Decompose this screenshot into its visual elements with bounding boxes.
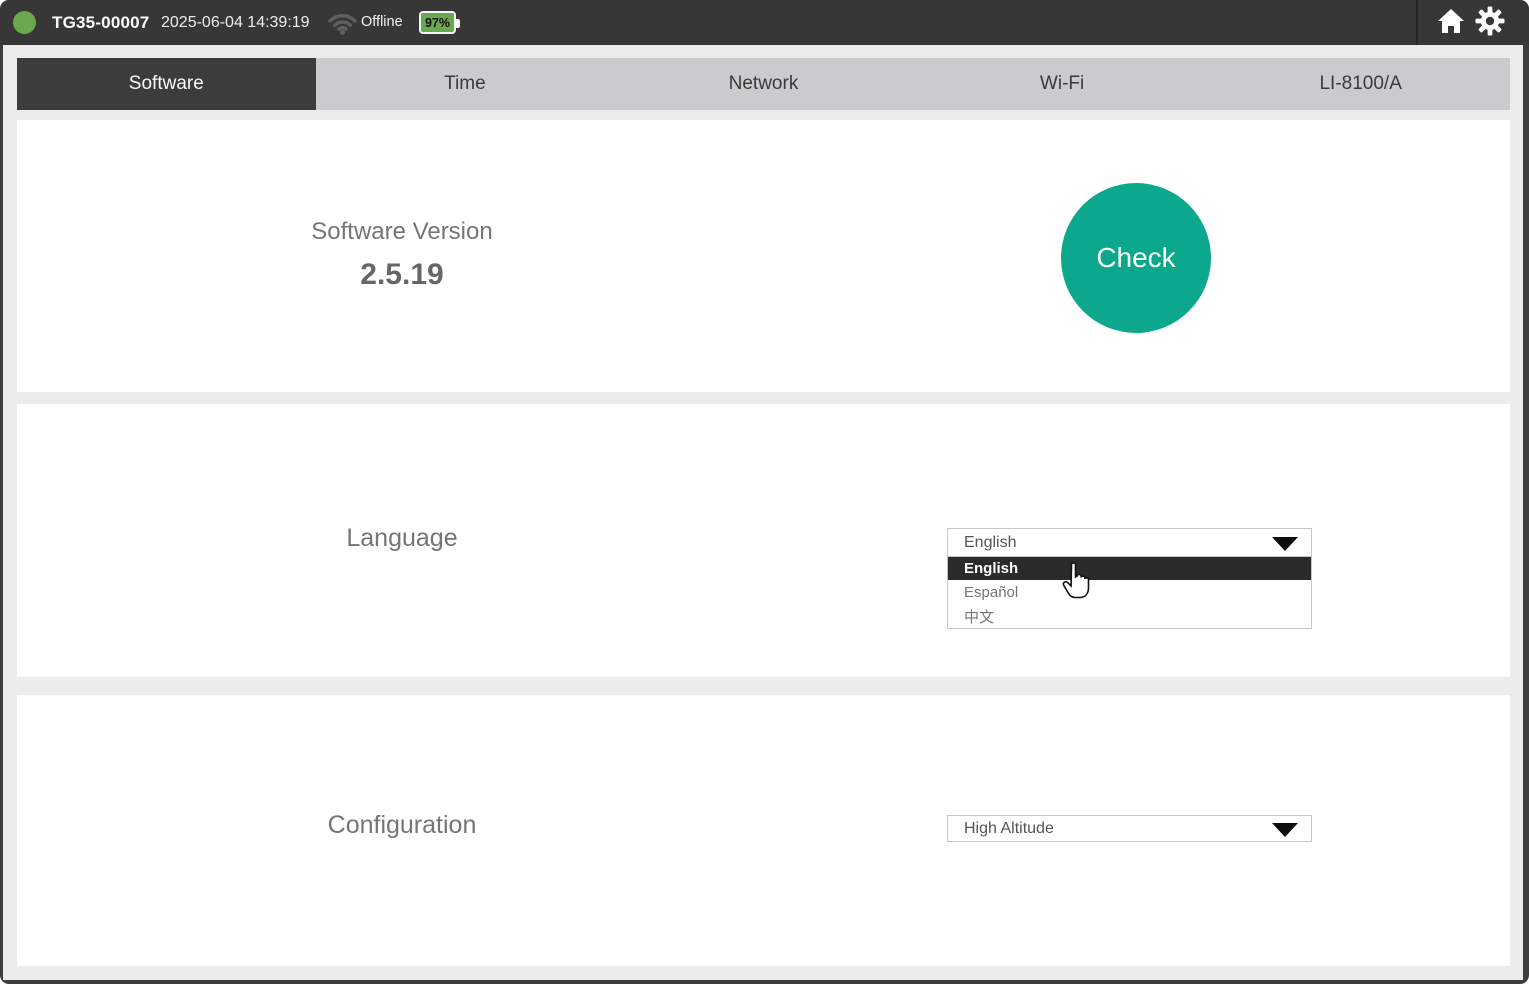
topbar: TG35-00007 2025-06-04 14:39:19 Offline 9… (0, 0, 1529, 45)
datetime: 2025-06-04 14:39:19 (161, 0, 310, 45)
language-options-list: English Español 中文 (947, 557, 1312, 629)
settings-button[interactable] (1473, 6, 1507, 40)
battery-indicator: 97% (419, 11, 456, 34)
topbar-divider (1416, 0, 1418, 45)
configuration-label: Configuration (192, 811, 612, 840)
chevron-down-icon (1272, 823, 1298, 837)
language-option-chinese[interactable]: 中文 (948, 604, 1311, 628)
tab-network[interactable]: Network (614, 58, 913, 110)
tab-li8100a[interactable]: LI-8100/A (1211, 58, 1510, 110)
configuration-select[interactable]: High Altitude (947, 815, 1312, 842)
wifi-offline-icon (326, 9, 359, 41)
tab-bar: Software Time Network Wi-Fi LI-8100/A (17, 58, 1510, 110)
home-icon (1437, 8, 1465, 39)
software-version-value: 2.5.19 (192, 258, 612, 292)
language-label: Language (192, 524, 612, 553)
tab-software[interactable]: Software (17, 58, 316, 110)
language-option-espanol[interactable]: Español (948, 580, 1311, 604)
language-option-english[interactable]: English (948, 557, 1311, 580)
device-name: TG35-00007 (52, 0, 149, 45)
content-area: Software Time Network Wi-Fi LI-8100/A So… (3, 45, 1523, 980)
mouse-cursor-icon (1061, 562, 1093, 609)
app-window: TG35-00007 2025-06-04 14:39:19 Offline 9… (0, 0, 1529, 984)
gear-icon (1475, 6, 1505, 41)
battery-level: 97% (425, 16, 450, 30)
software-version-label: Software Version (192, 218, 612, 246)
language-select[interactable]: English (947, 528, 1312, 557)
software-panel: Software Version 2.5.19 Check (17, 120, 1510, 392)
language-panel: Language English English Español 中文 (17, 404, 1510, 677)
check-update-button[interactable]: Check (1061, 183, 1211, 333)
tab-wifi[interactable]: Wi-Fi (913, 58, 1212, 110)
wifi-status-label: Offline (361, 0, 403, 45)
chevron-down-icon (1272, 537, 1298, 551)
tab-time[interactable]: Time (316, 58, 615, 110)
status-dot-icon (13, 11, 36, 34)
language-select-value: English (964, 529, 1016, 556)
home-button[interactable] (1434, 6, 1468, 40)
configuration-select-value: High Altitude (964, 816, 1054, 841)
configuration-panel: Configuration High Altitude (17, 695, 1510, 966)
